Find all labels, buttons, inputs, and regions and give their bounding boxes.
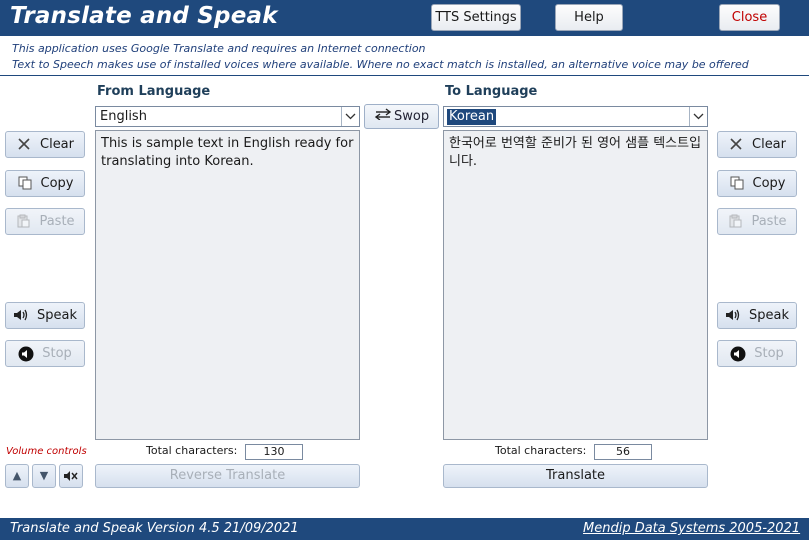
right-copy-button[interactable]: Copy: [717, 170, 797, 197]
speak-label: Speak: [749, 308, 789, 323]
app-title: Translate and Speak: [10, 3, 278, 29]
info-line-2: Text to Speech makes use of installed vo…: [12, 58, 749, 71]
to-total-characters-label: Total characters:: [495, 444, 587, 457]
speak-label: Speak: [37, 308, 77, 323]
footer-company-link[interactable]: Mendip Data Systems 2005-2021: [583, 521, 800, 536]
copy-icon: [729, 176, 745, 192]
paste-icon: [727, 214, 743, 230]
volume-up-button[interactable]: ▲: [5, 464, 29, 488]
mute-button[interactable]: [59, 464, 83, 488]
stop-label: Stop: [42, 346, 72, 361]
left-copy-button[interactable]: Copy: [5, 170, 85, 197]
source-text-area[interactable]: This is sample text in English ready for…: [95, 130, 360, 440]
speaker-icon: [725, 308, 741, 324]
to-language-value: Korean: [447, 109, 497, 125]
chevron-down-icon[interactable]: [341, 107, 359, 126]
from-total-characters-value: 130: [245, 444, 303, 460]
x-icon: [728, 137, 744, 153]
to-language-select[interactable]: Korean: [443, 106, 708, 127]
to-language-label: To Language: [445, 84, 538, 99]
chevron-down-icon[interactable]: [689, 107, 707, 126]
from-language-label: From Language: [97, 84, 211, 99]
volume-down-icon: ▼: [39, 469, 49, 482]
from-language-select[interactable]: English: [95, 106, 360, 127]
paste-label: Paste: [39, 214, 75, 229]
paste-label: Paste: [751, 214, 787, 229]
right-paste-button[interactable]: Paste: [717, 208, 797, 235]
left-stop-button[interactable]: Stop: [5, 340, 85, 367]
volume-controls-label: Volume controls: [6, 446, 87, 457]
volume-down-button[interactable]: ▼: [32, 464, 56, 488]
right-speak-button[interactable]: Speak: [717, 302, 797, 329]
left-speak-button[interactable]: Speak: [5, 302, 85, 329]
to-total-characters-value: 56: [594, 444, 652, 460]
right-clear-button[interactable]: Clear: [717, 131, 797, 158]
divider: [0, 75, 809, 76]
copy-label: Copy: [40, 176, 74, 191]
swop-label: Swop: [394, 109, 430, 124]
volume-up-icon: ▲: [12, 469, 22, 482]
clear-label: Clear: [40, 137, 74, 152]
paste-icon: [15, 214, 31, 230]
stop-icon: [730, 346, 746, 362]
swap-arrows-icon: [374, 108, 392, 124]
translated-text-area[interactable]: 한국어로 번역할 준비가 된 영어 샘플 텍스트입니다.: [443, 130, 708, 440]
from-total-characters-label: Total characters:: [146, 444, 238, 457]
left-paste-button[interactable]: Paste: [5, 208, 85, 235]
copy-label: Copy: [752, 176, 786, 191]
footer-version: Translate and Speak Version 4.5 21/09/20…: [10, 521, 299, 536]
reverse-translate-button[interactable]: Reverse Translate: [95, 464, 360, 488]
speaker-icon: [13, 308, 29, 324]
help-button[interactable]: Help: [555, 4, 623, 31]
copy-icon: [17, 176, 33, 192]
mute-icon: [63, 469, 79, 482]
info-line-1: This application uses Google Translate a…: [12, 42, 426, 55]
stop-icon: [18, 346, 34, 362]
clear-label: Clear: [752, 137, 786, 152]
right-stop-button[interactable]: Stop: [717, 340, 797, 367]
swop-button[interactable]: Swop: [364, 104, 439, 129]
translate-button[interactable]: Translate: [443, 464, 708, 488]
from-language-value: English: [100, 109, 147, 124]
tts-settings-button[interactable]: TTS Settings: [431, 4, 521, 31]
stop-label: Stop: [754, 346, 784, 361]
x-icon: [16, 137, 32, 153]
left-clear-button[interactable]: Clear: [5, 131, 85, 158]
close-button[interactable]: Close: [719, 4, 780, 31]
